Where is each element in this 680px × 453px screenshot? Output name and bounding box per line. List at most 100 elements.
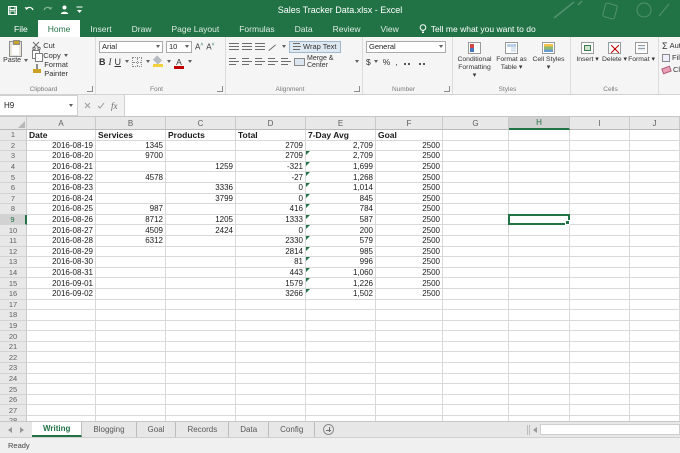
cell-E23[interactable] xyxy=(306,363,376,374)
cell-E27[interactable] xyxy=(306,405,376,416)
cell-G5[interactable] xyxy=(443,172,509,183)
column-header-H[interactable]: H xyxy=(509,117,570,130)
column-header-E[interactable]: E xyxy=(306,117,376,130)
cell-F6[interactable]: 2500 xyxy=(376,183,443,194)
cell-I1[interactable] xyxy=(570,130,630,141)
row-header-15[interactable]: 15 xyxy=(0,278,27,289)
cell-A8[interactable]: 2016-08-25 xyxy=(27,204,96,215)
cell-J19[interactable] xyxy=(630,321,680,332)
cell-A19[interactable] xyxy=(27,321,96,332)
row-header-19[interactable]: 19 xyxy=(0,321,27,332)
cell-F7[interactable]: 2500 xyxy=(376,194,443,205)
cell-F27[interactable] xyxy=(376,405,443,416)
row-header-3[interactable]: 3 xyxy=(0,151,27,162)
cell-D23[interactable] xyxy=(236,363,306,374)
cell-D8[interactable]: 416 xyxy=(236,204,306,215)
cell-J17[interactable] xyxy=(630,300,680,311)
row-header-13[interactable]: 13 xyxy=(0,257,27,268)
cell-I14[interactable] xyxy=(570,268,630,279)
cell-A26[interactable] xyxy=(27,395,96,406)
cell-D7[interactable]: 0 xyxy=(236,194,306,205)
cell-G6[interactable] xyxy=(443,183,509,194)
tab-data[interactable]: Data xyxy=(285,20,323,37)
cell-C26[interactable] xyxy=(166,395,236,406)
cell-D13[interactable]: 81 xyxy=(236,257,306,268)
cell-E22[interactable] xyxy=(306,352,376,363)
tab-insert[interactable]: Insert xyxy=(80,20,121,37)
tell-me-box[interactable]: Tell me what you want to do xyxy=(419,20,536,37)
selected-cell-H9[interactable] xyxy=(508,214,570,226)
cell-G9[interactable] xyxy=(443,215,509,226)
sheet-nav-right-icon[interactable] xyxy=(20,427,24,433)
cell-E3[interactable]: 2,709 xyxy=(306,151,376,162)
cell-E25[interactable] xyxy=(306,384,376,395)
cell-B17[interactable] xyxy=(96,300,166,311)
comma-button[interactable]: , xyxy=(395,57,397,67)
cell-I5[interactable] xyxy=(570,172,630,183)
cell-E6[interactable]: 1,014 xyxy=(306,183,376,194)
cell-I21[interactable] xyxy=(570,342,630,353)
cell-C3[interactable] xyxy=(166,151,236,162)
formula-input[interactable] xyxy=(125,95,680,116)
cell-F1[interactable]: Goal xyxy=(376,130,443,141)
cell-F16[interactable]: 2500 xyxy=(376,289,443,300)
row-header-1[interactable]: 1 xyxy=(0,130,27,141)
cell-C24[interactable] xyxy=(166,374,236,385)
cell-I4[interactable] xyxy=(570,162,630,173)
cell-H24[interactable] xyxy=(509,374,570,385)
cell-E24[interactable] xyxy=(306,374,376,385)
align-bottom-icon[interactable] xyxy=(255,43,265,51)
cell-H18[interactable] xyxy=(509,310,570,321)
cell-B3[interactable]: 9700 xyxy=(96,151,166,162)
tab-formulas[interactable]: Formulas xyxy=(229,20,284,37)
cell-J25[interactable] xyxy=(630,384,680,395)
cell-G10[interactable] xyxy=(443,225,509,236)
cell-F24[interactable] xyxy=(376,374,443,385)
row-header-26[interactable]: 26 xyxy=(0,395,27,406)
cell-H7[interactable] xyxy=(509,194,570,205)
scroll-left-icon[interactable] xyxy=(533,427,537,433)
cell-C9[interactable]: 1205 xyxy=(166,215,236,226)
fill-color-button[interactable] xyxy=(153,57,163,67)
cell-C4[interactable]: 1259 xyxy=(166,162,236,173)
cell-F21[interactable] xyxy=(376,342,443,353)
tab-view[interactable]: View xyxy=(371,20,409,37)
cell-H2[interactable] xyxy=(509,141,570,152)
cell-I10[interactable] xyxy=(570,225,630,236)
cell-C7[interactable]: 3799 xyxy=(166,194,236,205)
cell-H1[interactable] xyxy=(509,130,570,141)
tab-review[interactable]: Review xyxy=(323,20,371,37)
cell-C22[interactable] xyxy=(166,352,236,363)
cell-D4[interactable]: -321 xyxy=(236,162,306,173)
cell-C8[interactable] xyxy=(166,204,236,215)
cell-B5[interactable]: 4578 xyxy=(96,172,166,183)
cell-A6[interactable]: 2016-08-23 xyxy=(27,183,96,194)
cell-G15[interactable] xyxy=(443,278,509,289)
sheet-tab-config[interactable]: Config xyxy=(269,422,315,437)
cell-J2[interactable] xyxy=(630,141,680,152)
column-header-B[interactable]: B xyxy=(96,117,166,130)
cell-E12[interactable]: 985 xyxy=(306,247,376,258)
cell-J26[interactable] xyxy=(630,395,680,406)
cell-A11[interactable]: 2016-08-28 xyxy=(27,236,96,247)
row-header-5[interactable]: 5 xyxy=(0,172,27,183)
cell-G23[interactable] xyxy=(443,363,509,374)
cell-I13[interactable] xyxy=(570,257,630,268)
cell-H23[interactable] xyxy=(509,363,570,374)
cell-A10[interactable]: 2016-08-27 xyxy=(27,225,96,236)
cell-H11[interactable] xyxy=(509,236,570,247)
cell-G20[interactable] xyxy=(443,331,509,342)
cell-C13[interactable] xyxy=(166,257,236,268)
cell-A13[interactable]: 2016-08-30 xyxy=(27,257,96,268)
cell-H17[interactable] xyxy=(509,300,570,311)
align-right-icon[interactable] xyxy=(255,58,265,66)
cell-A20[interactable] xyxy=(27,331,96,342)
cell-A12[interactable]: 2016-08-29 xyxy=(27,247,96,258)
redo-icon[interactable] xyxy=(42,6,53,15)
cell-C6[interactable]: 3336 xyxy=(166,183,236,194)
cell-E13[interactable]: 996 xyxy=(306,257,376,268)
customize-qat-icon[interactable] xyxy=(76,6,83,14)
cell-E8[interactable]: 784 xyxy=(306,204,376,215)
cell-A16[interactable]: 2016-09-02 xyxy=(27,289,96,300)
orientation-icon[interactable] xyxy=(268,42,278,52)
